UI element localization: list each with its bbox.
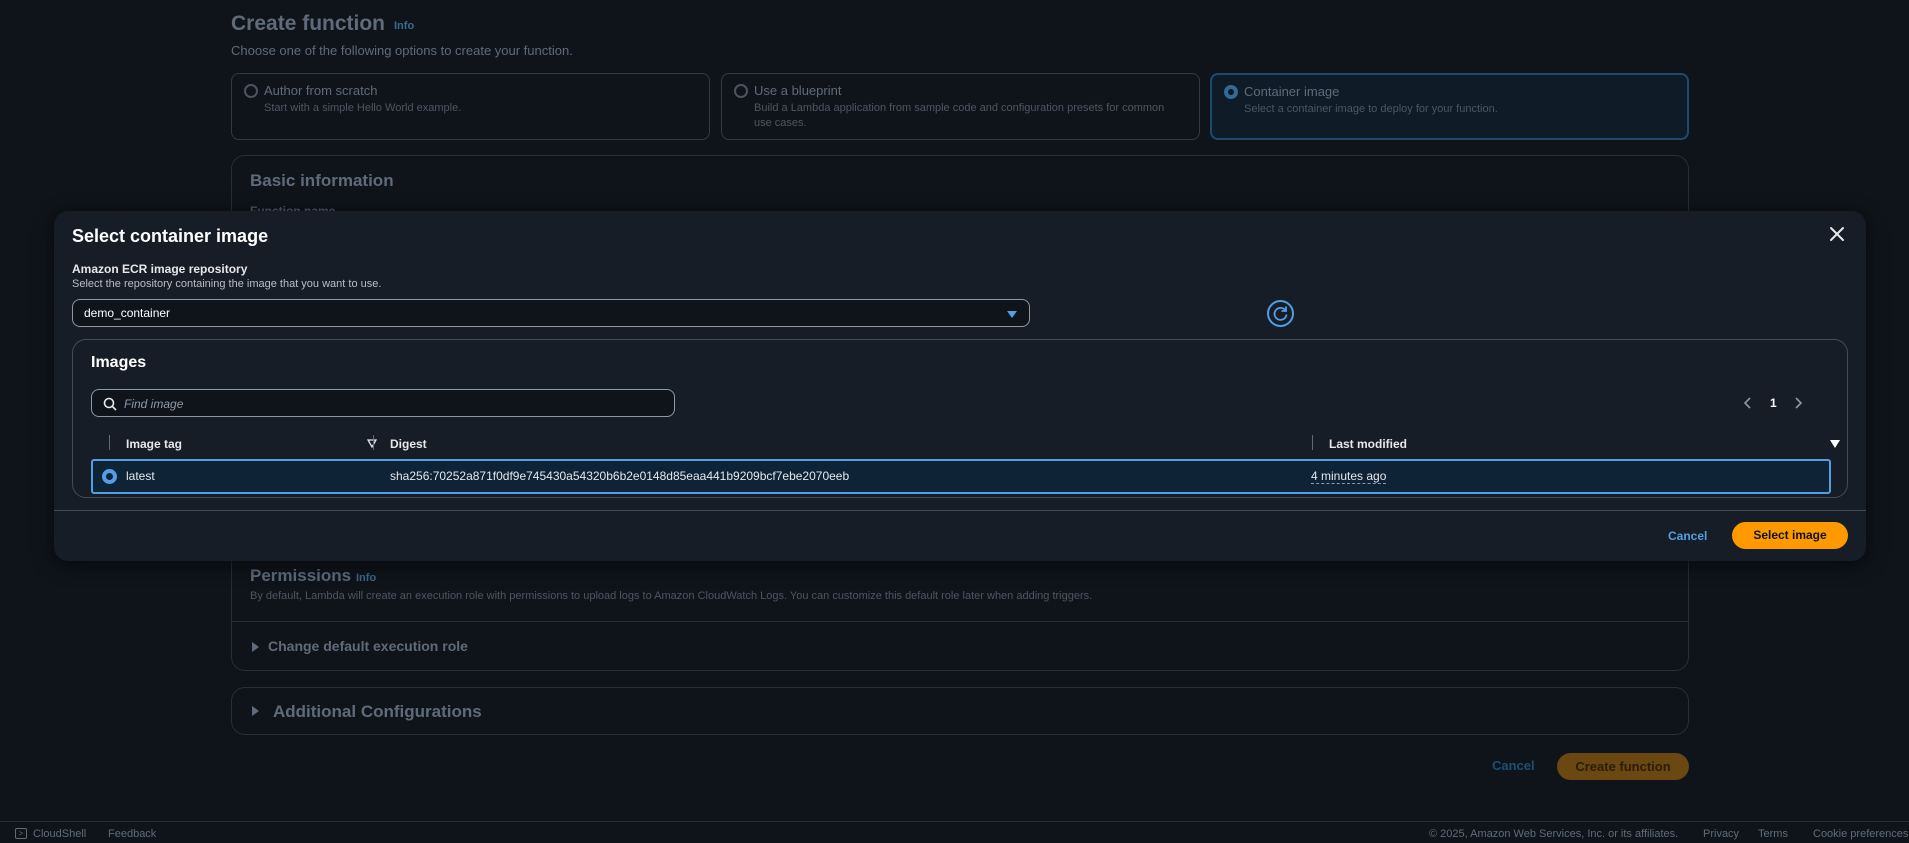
modal-cancel-button[interactable]: Cancel bbox=[1668, 529, 1707, 543]
close-icon[interactable] bbox=[1826, 223, 1848, 245]
column-separator bbox=[373, 435, 374, 450]
privacy-link[interactable]: Privacy bbox=[1703, 828, 1739, 840]
cloudshell-icon: > bbox=[15, 828, 27, 839]
column-header-digest: Digest bbox=[390, 437, 427, 451]
search-icon bbox=[103, 397, 117, 411]
cloudshell-link[interactable]: CloudShell bbox=[33, 828, 86, 840]
option-title: Container image bbox=[1244, 84, 1340, 99]
option-title: Author from scratch bbox=[264, 83, 378, 98]
radio-icon bbox=[734, 84, 748, 98]
cell-digest: sha256:70252a871f0df9e745430a54320b6b2e0… bbox=[390, 469, 850, 483]
create-function-button[interactable]: Create function bbox=[1557, 753, 1689, 780]
option-use-blueprint[interactable]: Use a blueprint Build a Lambda applicati… bbox=[721, 73, 1200, 140]
option-desc: Build a Lambda application from sample c… bbox=[754, 102, 1165, 129]
repository-desc: Select the repository containing the ima… bbox=[72, 278, 382, 290]
sort-icon[interactable] bbox=[367, 439, 377, 448]
find-image-input[interactable] bbox=[124, 395, 664, 413]
sort-descending-icon[interactable] bbox=[1830, 440, 1840, 448]
terms-link[interactable]: Terms bbox=[1758, 828, 1788, 840]
permissions-heading: Permissions bbox=[250, 566, 352, 585]
repository-select[interactable]: demo_container bbox=[72, 299, 1030, 327]
divider bbox=[231, 621, 1689, 622]
basic-information-heading: Basic information bbox=[250, 171, 394, 190]
option-desc: Select a container image to deploy for y… bbox=[1244, 103, 1498, 115]
images-heading: Images bbox=[91, 354, 147, 371]
chevron-right-icon[interactable] bbox=[1793, 396, 1803, 410]
radio-selected-icon bbox=[1224, 85, 1238, 99]
option-author-from-scratch[interactable]: Author from scratch Start with a simple … bbox=[231, 73, 710, 140]
column-separator bbox=[109, 435, 110, 450]
cell-image-tag: latest bbox=[126, 469, 155, 483]
cookie-preferences-link[interactable]: Cookie preferences bbox=[1813, 828, 1908, 840]
copyright-text: © 2025, Amazon Web Services, Inc. or its… bbox=[1429, 828, 1679, 840]
column-separator bbox=[1312, 435, 1313, 450]
caret-down-icon bbox=[1007, 311, 1017, 318]
modal-footer-divider bbox=[54, 510, 1866, 511]
column-header-last-modified[interactable]: Last modified bbox=[1329, 437, 1407, 451]
caret-right-icon bbox=[252, 642, 259, 652]
refresh-icon[interactable] bbox=[1267, 300, 1294, 327]
additional-configurations-heading: Additional Configurations bbox=[273, 702, 482, 721]
column-header-image-tag[interactable]: Image tag bbox=[126, 437, 182, 451]
feedback-link[interactable]: Feedback bbox=[108, 828, 156, 840]
images-table-container: Images 1 Image tag Digest Last modified … bbox=[72, 339, 1848, 498]
row-radio-selected[interactable] bbox=[102, 469, 117, 484]
permissions-desc: By default, Lambda will create an execut… bbox=[250, 590, 1093, 602]
modal-title: Select container image bbox=[72, 226, 269, 246]
footer: > CloudShell Feedback © 2025, Amazon Web… bbox=[0, 821, 1909, 843]
change-role-toggle[interactable]: Change default execution role bbox=[268, 638, 468, 654]
option-desc: Start with a simple Hello World example. bbox=[264, 102, 462, 114]
option-container-image[interactable]: Container image Select a container image… bbox=[1210, 73, 1689, 140]
option-title: Use a blueprint bbox=[754, 83, 842, 98]
page-title: Create function bbox=[231, 12, 386, 35]
select-container-image-modal: Select container image Amazon ECR image … bbox=[54, 211, 1866, 561]
info-link[interactable]: Info bbox=[394, 20, 414, 32]
select-image-button[interactable]: Select image bbox=[1732, 522, 1848, 549]
cell-last-modified: 4 minutes ago bbox=[1311, 469, 1387, 484]
page-number[interactable]: 1 bbox=[1770, 396, 1777, 410]
cancel-button[interactable]: Cancel bbox=[1492, 758, 1535, 773]
table-row[interactable]: latest sha256:70252a871f0df9e745430a5432… bbox=[91, 459, 1831, 494]
repository-select-value: demo_container bbox=[84, 306, 171, 320]
permissions-info-link[interactable]: Info bbox=[356, 572, 376, 584]
find-image-field[interactable] bbox=[91, 389, 675, 417]
chevron-left-icon[interactable] bbox=[1743, 396, 1753, 410]
caret-right-icon bbox=[252, 706, 259, 716]
page-subtitle: Choose one of the following options to c… bbox=[231, 43, 573, 58]
radio-icon bbox=[244, 84, 258, 98]
repository-label: Amazon ECR image repository bbox=[72, 262, 248, 276]
